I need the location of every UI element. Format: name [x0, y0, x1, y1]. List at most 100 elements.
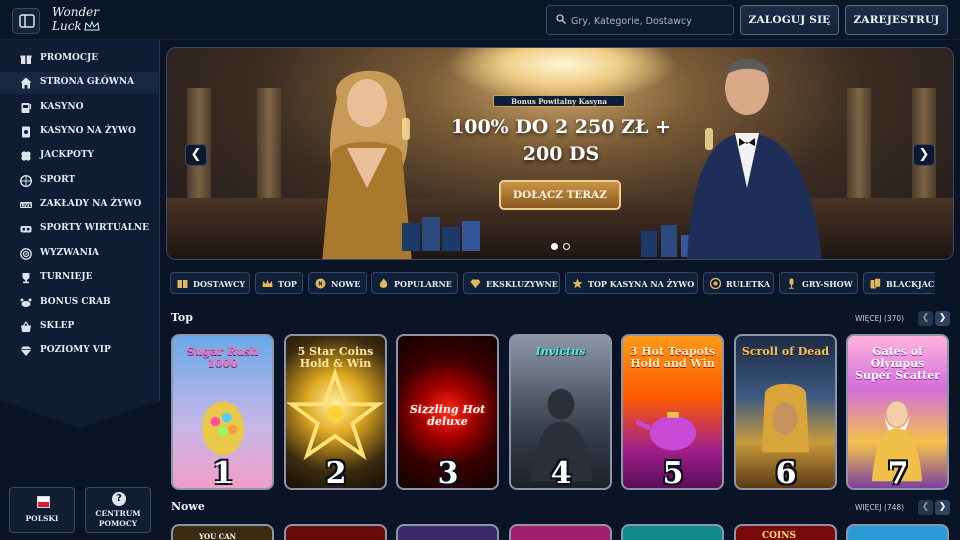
- star-icon: [572, 278, 583, 289]
- sidebar-item-sport[interactable]: SPORT: [0, 170, 158, 192]
- rank-number: 5: [662, 456, 684, 490]
- live-badge-icon: LIVE: [20, 202, 32, 209]
- book-icon: [177, 280, 188, 288]
- new-game-card[interactable]: [621, 524, 724, 540]
- sidebar-toggle-button[interactable]: [12, 8, 40, 34]
- language-selector-button[interactable]: POLSKI: [9, 487, 75, 533]
- sidebar-nav: PROMOCJE STRONA GŁÓWNA KASYNO KASYNO NA …: [0, 40, 160, 428]
- join-now-button[interactable]: DOŁĄCZ TERAZ: [499, 180, 621, 210]
- svg-text:N: N: [318, 282, 322, 288]
- banner-headline: 100% DO 2 250 ZŁ + 200 DS: [437, 114, 685, 168]
- category-chip-ruletka[interactable]: RULETKA: [703, 272, 774, 294]
- svg-text:LIVE: LIVE: [20, 203, 31, 209]
- basket-icon: [21, 321, 31, 332]
- vr-icon: [20, 226, 32, 233]
- cards-icon: [870, 278, 881, 289]
- sidebar-item-sklep[interactable]: SKLEP: [0, 316, 158, 338]
- game-card-scroll-of-dead[interactable]: Scroll of Dead 6: [734, 334, 837, 490]
- game-card-invictus[interactable]: Invictus 4: [509, 334, 612, 490]
- search-icon: [556, 14, 566, 24]
- search-box[interactable]: [546, 5, 734, 35]
- sidebar-item-strona-glowna[interactable]: STRONA GŁÓWNA: [0, 72, 158, 94]
- sidebar-item-label: STRONA GŁÓWNA: [40, 77, 135, 87]
- sidebar-item-jackpoty[interactable]: JACKPOTY: [0, 145, 158, 167]
- slide-indicator-active[interactable]: [551, 243, 558, 250]
- logo-text-line1: Wonder: [52, 5, 99, 19]
- chevron-left-icon: ❮: [921, 502, 930, 512]
- game-card-sizzling-hot-deluxe[interactable]: Sizzling Hot deluxe 3: [396, 334, 499, 490]
- slide-indicator[interactable]: [563, 243, 570, 250]
- target-icon: [20, 248, 32, 260]
- game-card-3-hot-teapots[interactable]: 3 Hot Teapots Hold and Win 5: [621, 334, 724, 490]
- gem-icon: [470, 279, 481, 288]
- rank-number: 6: [775, 456, 797, 490]
- category-label: DOSTAWCY: [193, 279, 246, 289]
- help-label-line2: POMOCY: [98, 519, 138, 528]
- sidebar-item-label: KASYNO NA ŻYWO: [40, 126, 136, 136]
- new-game-card[interactable]: YOU CAN: [171, 524, 274, 540]
- search-input[interactable]: [571, 10, 731, 32]
- category-chip-gry-show[interactable]: GRY-SHOW: [779, 272, 858, 294]
- category-label: NOWE: [331, 279, 361, 289]
- game-card-sugar-rush-1000[interactable]: Sugar Rush 1000 1: [171, 334, 274, 490]
- new-game-card[interactable]: [396, 524, 499, 540]
- top-prev-button[interactable]: ❮: [918, 311, 933, 326]
- new-game-card[interactable]: [509, 524, 612, 540]
- category-chip-blackjack[interactable]: BLACKJACK: [863, 272, 935, 294]
- sidebar-item-kasyno[interactable]: KASYNO: [0, 97, 158, 119]
- sidebar-item-turnieje[interactable]: TURNIEJE: [0, 267, 158, 289]
- category-chip-popularne[interactable]: POPULARNE: [371, 272, 458, 294]
- banner-next-button[interactable]: ❯: [913, 144, 935, 166]
- rank-number: 7: [887, 456, 909, 490]
- sidebar-item-sporty-wirtualne[interactable]: SPORTY WIRTUALNE: [0, 218, 158, 240]
- category-chip-ekskluzywne[interactable]: EKSKLUZYWNE: [463, 272, 560, 294]
- help-center-button[interactable]: ? CENTRUM POMOCY: [85, 487, 151, 533]
- sidebar-item-label: WYZWANIA: [40, 248, 100, 258]
- top-more-link[interactable]: WIĘCEJ (370): [855, 314, 904, 323]
- roulette-icon: [710, 278, 721, 289]
- sidebar-item-label: ZAKŁADY NA ŻYWO: [40, 199, 142, 209]
- brand-logo[interactable]: Wonder Luck: [50, 4, 106, 34]
- crown-icon: [262, 279, 273, 287]
- banner-headline-line2: 200 DS: [522, 143, 600, 165]
- new-next-button[interactable]: ❯: [935, 500, 950, 515]
- help-label-line1: CENTRUM: [95, 509, 141, 518]
- sidebar-item-bonus-crab[interactable]: BONUS CRAB: [0, 292, 158, 314]
- section-title-new: Nowe: [171, 500, 205, 513]
- diamond-icon: [20, 346, 32, 356]
- sidebar-item-zaklady-na-zywo[interactable]: LIVE ZAKŁADY NA ŻYWO: [0, 194, 158, 216]
- category-chip-dostawcy[interactable]: DOSTAWCY: [170, 272, 250, 294]
- new-game-card[interactable]: [846, 524, 949, 540]
- register-button[interactable]: ZAREJESTRUJ: [845, 5, 948, 35]
- top-next-button[interactable]: ❯: [935, 311, 950, 326]
- category-label: TOP KASYNA NA ŻYWO: [588, 279, 695, 289]
- category-chip-nowe[interactable]: N NOWE: [308, 272, 367, 294]
- banner-prev-button[interactable]: ❮: [185, 144, 207, 166]
- new-icon: N: [315, 278, 326, 289]
- section-title-top: Top: [171, 311, 193, 324]
- sidebar-item-label: TURNIEJE: [40, 272, 93, 282]
- logo-text-line2: Luck: [52, 19, 82, 33]
- sidebar-item-kasyno-na-zywo[interactable]: KASYNO NA ŻYWO: [0, 121, 158, 143]
- new-game-card[interactable]: COINS: [734, 524, 837, 540]
- sidebar-item-label: BONUS CRAB: [40, 297, 111, 307]
- sidebar-item-wyzwania[interactable]: WYZWANIA: [0, 243, 158, 265]
- sidebar-item-poziomy-vip[interactable]: POZIOMY VIP: [0, 340, 158, 362]
- game-card-5-star-coins[interactable]: 5 Star Coins Hold & Win 2: [284, 334, 387, 490]
- ball-icon: [20, 175, 32, 187]
- sidebar-item-promocje[interactable]: PROMOCJE: [0, 48, 158, 70]
- host-figure-image: [687, 58, 822, 259]
- category-chip-top[interactable]: TOP: [255, 272, 303, 294]
- sidebar-item-label: PROMOCJE: [40, 53, 99, 63]
- game-title: Sugar Rush 1000: [186, 345, 259, 370]
- login-button[interactable]: ZALOGUJ SIĘ: [740, 5, 839, 35]
- category-chip-top-kasyna-na-zywo[interactable]: TOP KASYNA NA ŻYWO: [565, 272, 698, 294]
- new-more-link[interactable]: WIĘCEJ (748): [855, 503, 904, 512]
- promo-banner[interactable]: Bonus Powitalny Kasyna 100% DO 2 250 ZŁ …: [166, 47, 954, 260]
- crown-icon: [84, 21, 100, 31]
- game-card-gates-of-olympus[interactable]: Gates of Olympus Super Scatter 7: [846, 334, 949, 490]
- rank-number: 3: [437, 456, 459, 490]
- new-game-card[interactable]: [284, 524, 387, 540]
- game-title: Invictus: [535, 345, 586, 358]
- new-prev-button[interactable]: ❮: [918, 500, 933, 515]
